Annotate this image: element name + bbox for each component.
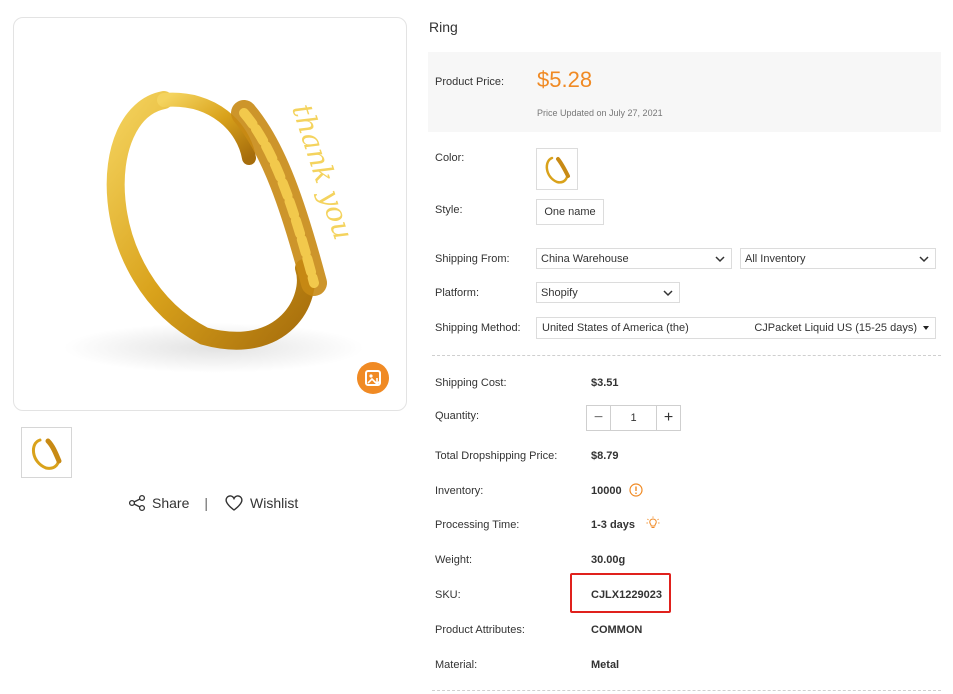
price-label: Product Price:	[435, 76, 505, 88]
caret-down-icon	[923, 326, 929, 330]
price-updated: Price Updated on July 27, 2021	[537, 108, 663, 118]
chevron-down-icon	[715, 255, 725, 262]
product-attributes-value: COMMON	[591, 624, 643, 636]
share-icon	[128, 494, 146, 512]
ring-image: thank you	[64, 91, 364, 373]
style-option-button[interactable]: One name	[536, 199, 604, 225]
weight-label: Weight:	[435, 554, 473, 566]
separator: |	[204, 495, 208, 511]
ring-swatch-image	[545, 156, 570, 184]
material-label: Material:	[435, 659, 478, 671]
shipping-cost-label: Shipping Cost:	[435, 377, 507, 389]
quantity-decrement-button[interactable]: −	[587, 406, 610, 430]
inventory-value: 10000	[591, 485, 622, 497]
product-attributes-label: Product Attributes:	[435, 624, 525, 636]
chevron-down-icon	[663, 289, 673, 296]
platform-select[interactable]: Shopify	[536, 282, 680, 303]
total-price-label: Total Dropshipping Price:	[435, 450, 558, 462]
quantity-label: Quantity:	[435, 410, 480, 422]
quantity-increment-button[interactable]: +	[657, 406, 680, 430]
shipping-from-select[interactable]: China Warehouse	[536, 248, 732, 269]
lightbulb-icon[interactable]	[646, 516, 660, 530]
divider	[432, 690, 941, 691]
product-price: $5.28	[537, 67, 593, 92]
image-search-button[interactable]	[357, 362, 389, 394]
wishlist-label: Wishlist	[250, 495, 299, 511]
wishlist-button[interactable]: Wishlist	[224, 494, 298, 512]
product-main-image[interactable]: thank you	[13, 17, 407, 411]
inventory-filter-value: All Inventory	[745, 252, 806, 265]
material-value: Metal	[591, 659, 620, 671]
heart-icon	[225, 495, 243, 511]
shipping-cost-value: $3.51	[591, 377, 619, 389]
platform-value: Shopify	[541, 286, 578, 299]
product-title: Ring	[429, 19, 458, 35]
processing-time-label: Processing Time:	[435, 519, 520, 531]
sku-value: CJLX1229023	[591, 589, 662, 601]
shipping-method-select[interactable]: United States of America (the) CJPacket …	[536, 317, 936, 339]
shipping-method-label: Shipping Method:	[435, 322, 521, 334]
divider	[432, 355, 941, 356]
total-price-value: $8.79	[591, 450, 619, 462]
weight-value: 30.00g	[591, 554, 626, 566]
product-thumbnail[interactable]	[21, 427, 72, 478]
shipping-from-value: China Warehouse	[541, 252, 629, 265]
share-button[interactable]: Share	[128, 494, 189, 512]
processing-time-value: 1-3 days	[591, 519, 636, 531]
inventory-filter-select[interactable]: All Inventory	[740, 248, 936, 269]
sku-label: SKU:	[435, 589, 461, 601]
platform-label: Platform:	[435, 287, 480, 299]
chevron-down-icon	[919, 255, 929, 262]
shipping-from-label: Shipping From:	[435, 253, 510, 265]
shipping-method-carrier: CJPacket Liquid US (15-25 days)	[754, 322, 917, 334]
inventory-label: Inventory:	[435, 485, 484, 497]
ring-thumbnail-image	[32, 438, 62, 470]
style-label: Style:	[435, 204, 463, 216]
info-alert-icon[interactable]	[629, 483, 643, 497]
share-label: Share	[152, 495, 190, 511]
quantity-input[interactable]: 1	[610, 406, 657, 430]
price-box	[428, 52, 941, 132]
image-download-icon	[365, 370, 381, 386]
quantity-stepper: − 1 +	[586, 405, 681, 431]
color-label: Color:	[435, 152, 465, 164]
color-swatch[interactable]	[536, 148, 578, 190]
shipping-method-country: United States of America (the)	[542, 322, 689, 334]
share-wishlist-row: Share | Wishlist	[128, 494, 298, 512]
